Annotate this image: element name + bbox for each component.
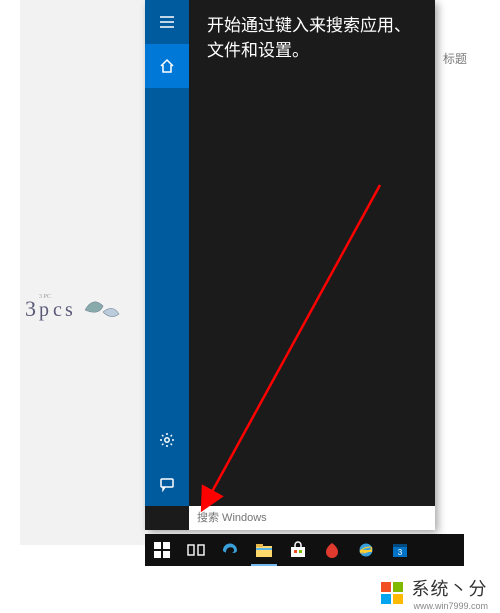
taskbar: 3: [145, 534, 464, 566]
brand-logo-icon: [381, 582, 403, 604]
search-hint-text: 开始通过键入来搜索应用、文件和设置。: [189, 0, 435, 63]
search-input[interactable]: [195, 511, 429, 525]
search-box[interactable]: [189, 506, 435, 530]
hamburger-icon[interactable]: [145, 0, 189, 44]
background-grey-panel: [20, 0, 145, 545]
gear-icon[interactable]: [145, 418, 189, 462]
ie-button[interactable]: [349, 534, 383, 566]
calendar-button[interactable]: 3: [383, 534, 417, 566]
home-icon[interactable]: [145, 44, 189, 88]
edge-button[interactable]: [213, 534, 247, 566]
task-view-button[interactable]: [179, 534, 213, 566]
app-red-button[interactable]: [315, 534, 349, 566]
brand-sub: www.win7999.com: [413, 601, 488, 611]
start-button[interactable]: [145, 534, 179, 566]
background-column-label: 标题: [443, 50, 467, 67]
search-left-rail: [145, 0, 189, 506]
search-panel-body: 开始通过键入来搜索应用、文件和设置。: [189, 0, 435, 506]
svg-text:3: 3: [398, 548, 403, 557]
search-panel: 开始通过键入来搜索应用、文件和设置。: [145, 0, 435, 530]
file-explorer-button[interactable]: [247, 534, 281, 566]
page-footer: 系统丶分 www.win7999.com: [0, 573, 500, 613]
feedback-icon[interactable]: [145, 462, 189, 506]
store-button[interactable]: [281, 534, 315, 566]
brand-text: 系统丶分: [411, 575, 488, 601]
